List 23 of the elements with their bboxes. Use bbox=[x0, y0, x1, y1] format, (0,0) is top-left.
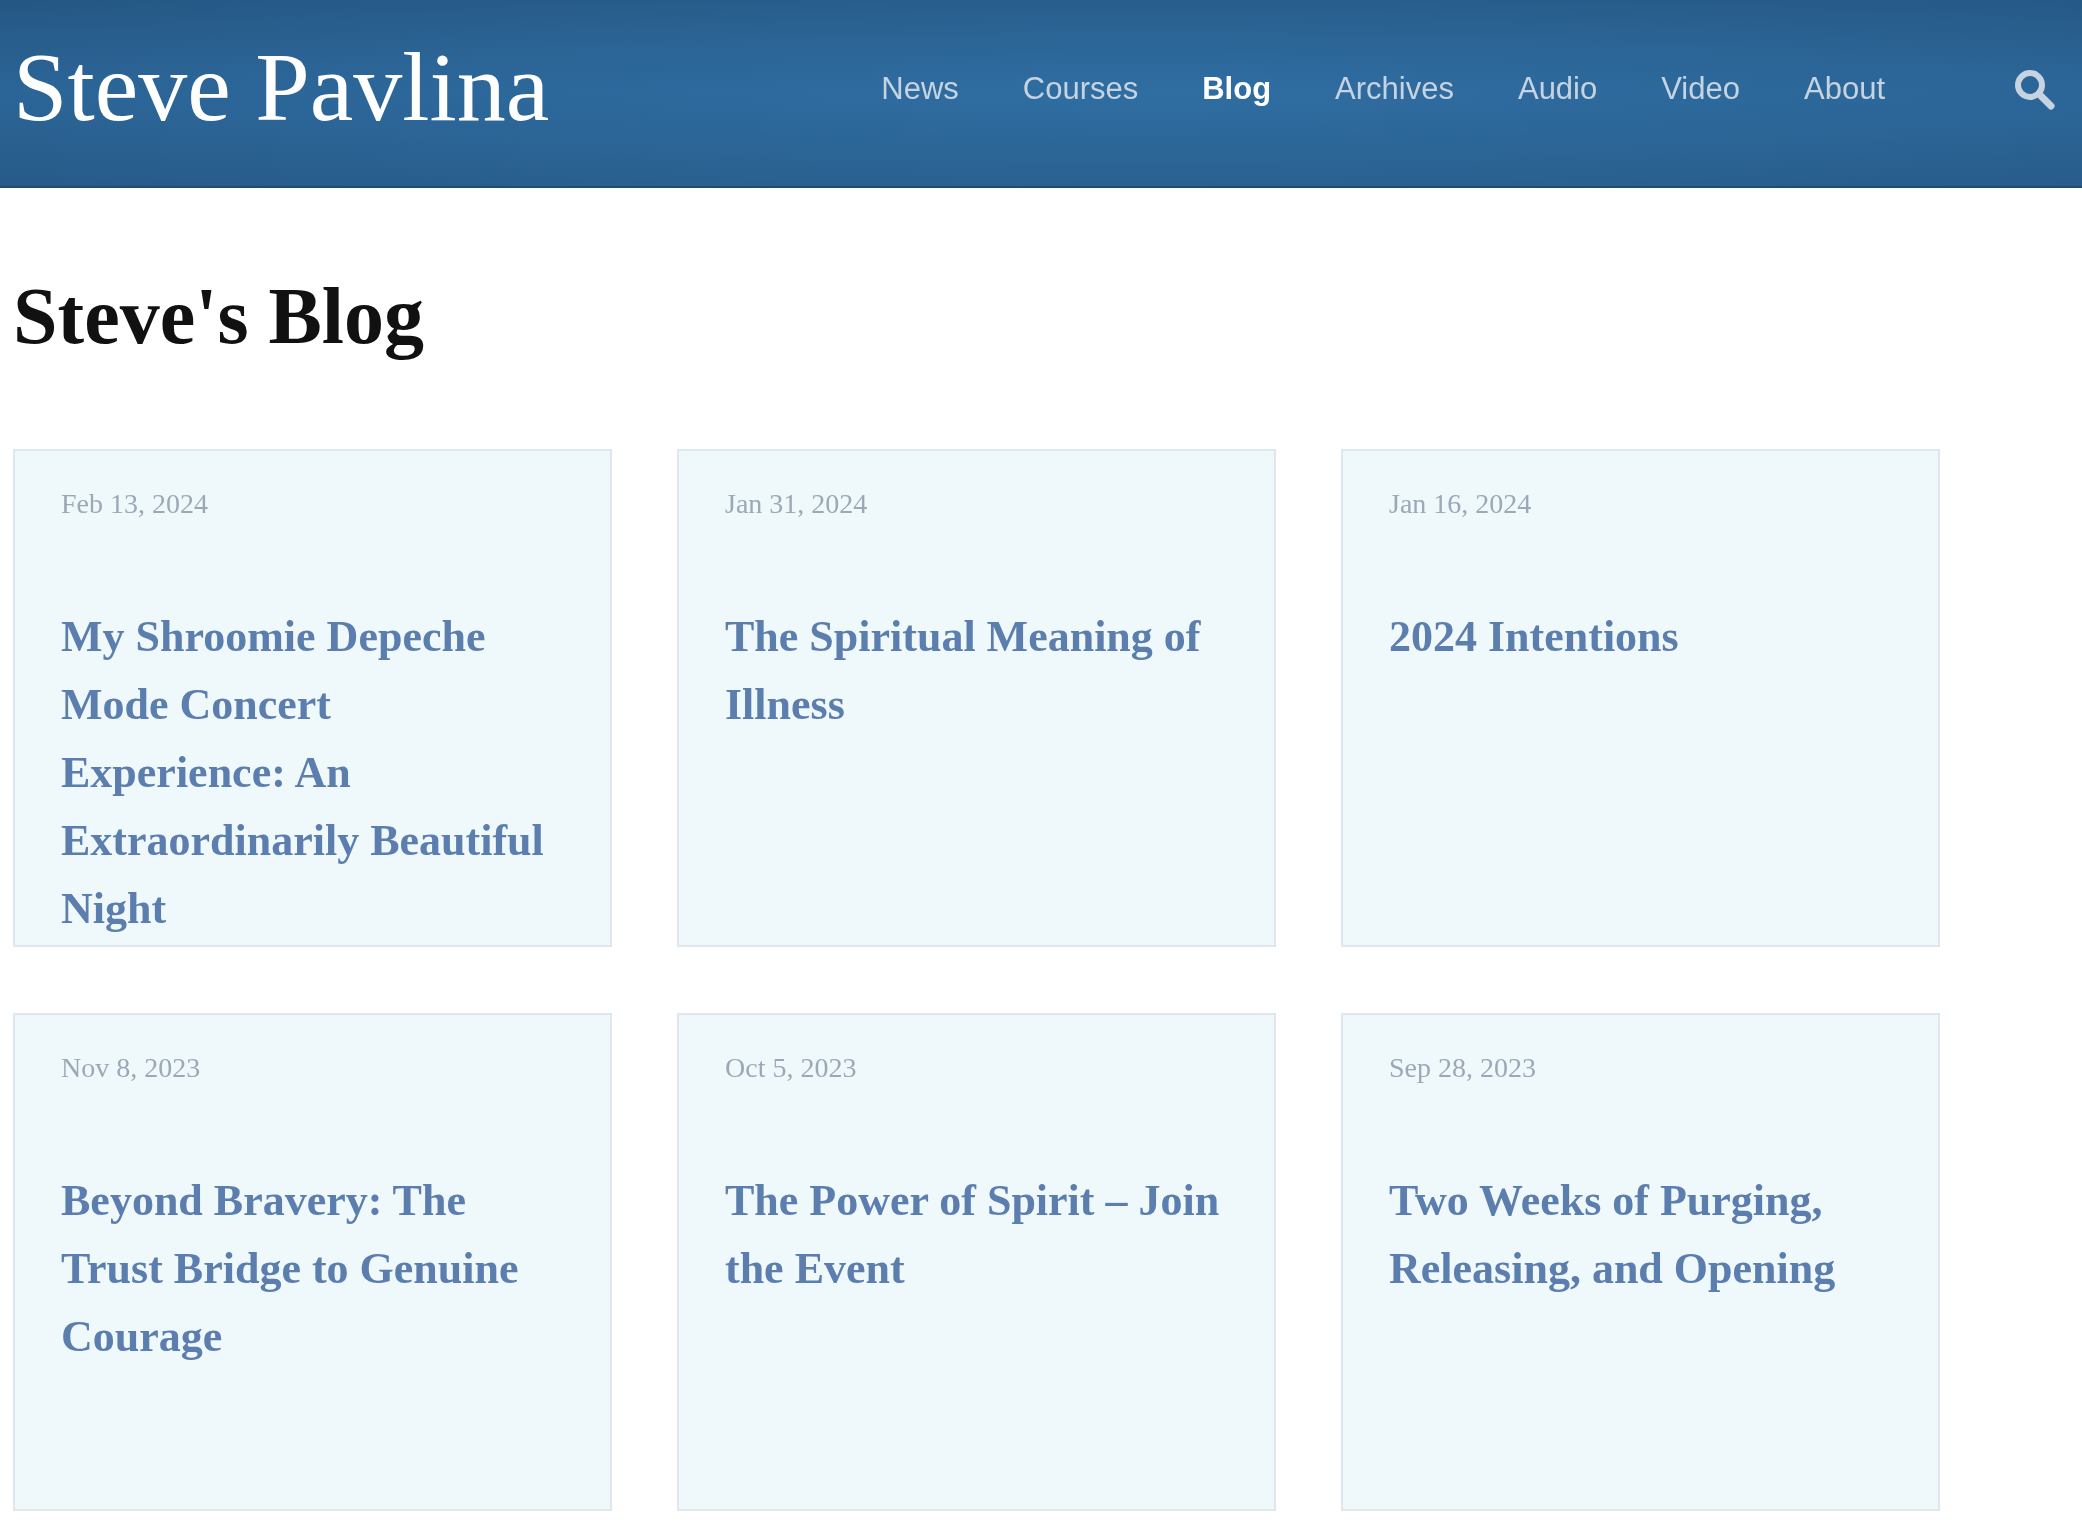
nav-link[interactable]: News bbox=[881, 70, 959, 108]
search-icon bbox=[2013, 68, 2055, 110]
nav-link[interactable]: Video bbox=[1661, 70, 1740, 108]
post-title-link[interactable]: Beyond Bravery: The Trust Bridge to Genuine Courage bbox=[61, 1167, 560, 1371]
post-title-link[interactable]: The Spiritual Meaning of Illness bbox=[725, 603, 1224, 739]
post-date: Sep 28, 2023 bbox=[1389, 1051, 1536, 1085]
post-date: Nov 8, 2023 bbox=[61, 1051, 201, 1085]
nav-link[interactable]: Blog bbox=[1202, 70, 1272, 108]
post-date: Feb 13, 2024 bbox=[61, 487, 208, 521]
post-date: Oct 5, 2023 bbox=[725, 1051, 857, 1085]
nav-link[interactable]: About bbox=[1804, 70, 1885, 108]
post-date: Jan 31, 2024 bbox=[725, 487, 868, 521]
nav-link[interactable]: Archives bbox=[1335, 70, 1454, 108]
nav-link[interactable]: Courses bbox=[1022, 70, 1139, 108]
post-title-link[interactable]: The Power of Spirit – Join the Event bbox=[725, 1167, 1224, 1303]
post-title-link[interactable]: 2024 Intentions bbox=[1389, 603, 1888, 671]
post-title-link[interactable]: My Shroomie Depeche Mode Concert Experience: An Extraordinarily Beautiful Night bbox=[61, 603, 560, 943]
site-logo[interactable]: Steve Pavlina bbox=[13, 38, 550, 136]
post-title-link[interactable]: Two Weeks of Purging, Releasing, and Opening bbox=[1389, 1167, 1888, 1303]
post-date: Jan 16, 2024 bbox=[1389, 487, 1532, 521]
page-title: Steve's Blog bbox=[13, 271, 425, 362]
nav-link[interactable]: Audio bbox=[1517, 70, 1598, 108]
search-button[interactable] bbox=[2013, 68, 2055, 110]
